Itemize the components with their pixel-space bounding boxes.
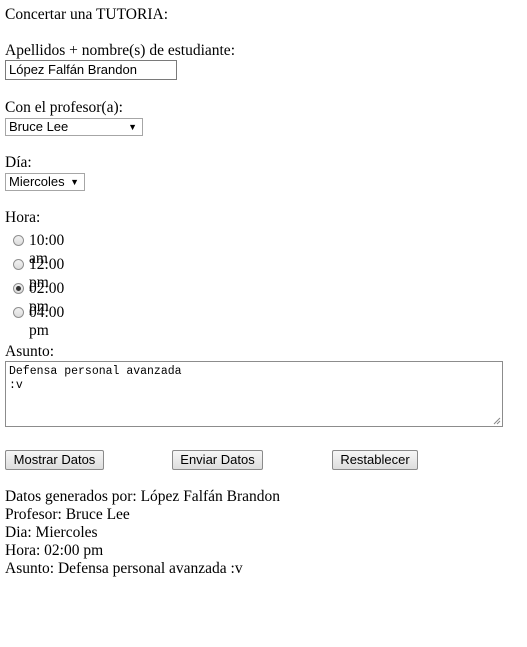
teacher-label: Con el profesor(a): [5, 99, 123, 116]
output-time: Hora: 02:00 pm [5, 542, 104, 559]
subject-label: Asunto: [5, 343, 55, 360]
subject-line: Defensa personal avanzada [9, 365, 182, 378]
radio-button[interactable] [13, 235, 24, 246]
student-name-input[interactable]: López Falfán Brandon [5, 60, 177, 80]
student-label: Apellidos + nombre(s) de estudiante: [5, 42, 235, 59]
subject-textarea[interactable]: Defensa personal avanzada:v [5, 361, 503, 427]
output-subject: Asunto: Defensa personal avanzada :v [5, 560, 243, 577]
resize-grip-icon[interactable] [493, 417, 501, 425]
reset-button[interactable]: Restablecer [332, 450, 418, 470]
teacher-selected-value: Bruce Lee [9, 119, 69, 134]
send-data-button[interactable]: Enviar Datos [172, 450, 263, 470]
day-label: Día: [5, 154, 32, 171]
day-selected-value: Miercoles [9, 174, 65, 189]
subject-line: :v [9, 379, 23, 392]
output-day: Dia: Miercoles [5, 524, 98, 541]
dropdown-arrow-icon: ▼ [128, 122, 137, 132]
time-option-label: 04:00 pm [29, 304, 65, 339]
radio-button[interactable] [13, 259, 24, 270]
time-label: Hora: [5, 209, 41, 226]
form-title: Concertar una TUTORIA: [5, 6, 168, 23]
output-teacher: Profesor: Bruce Lee [5, 506, 130, 523]
radio-button-selected[interactable] [13, 283, 24, 294]
dropdown-arrow-icon: ▼ [70, 177, 79, 187]
radio-button[interactable] [13, 307, 24, 318]
output-generated-by: Datos generados por: López Falfán Brando… [5, 488, 281, 505]
day-select[interactable]: Miercoles ▼ [5, 173, 85, 191]
show-data-button[interactable]: Mostrar Datos [5, 450, 104, 470]
teacher-select[interactable]: Bruce Lee ▼ [5, 118, 143, 136]
